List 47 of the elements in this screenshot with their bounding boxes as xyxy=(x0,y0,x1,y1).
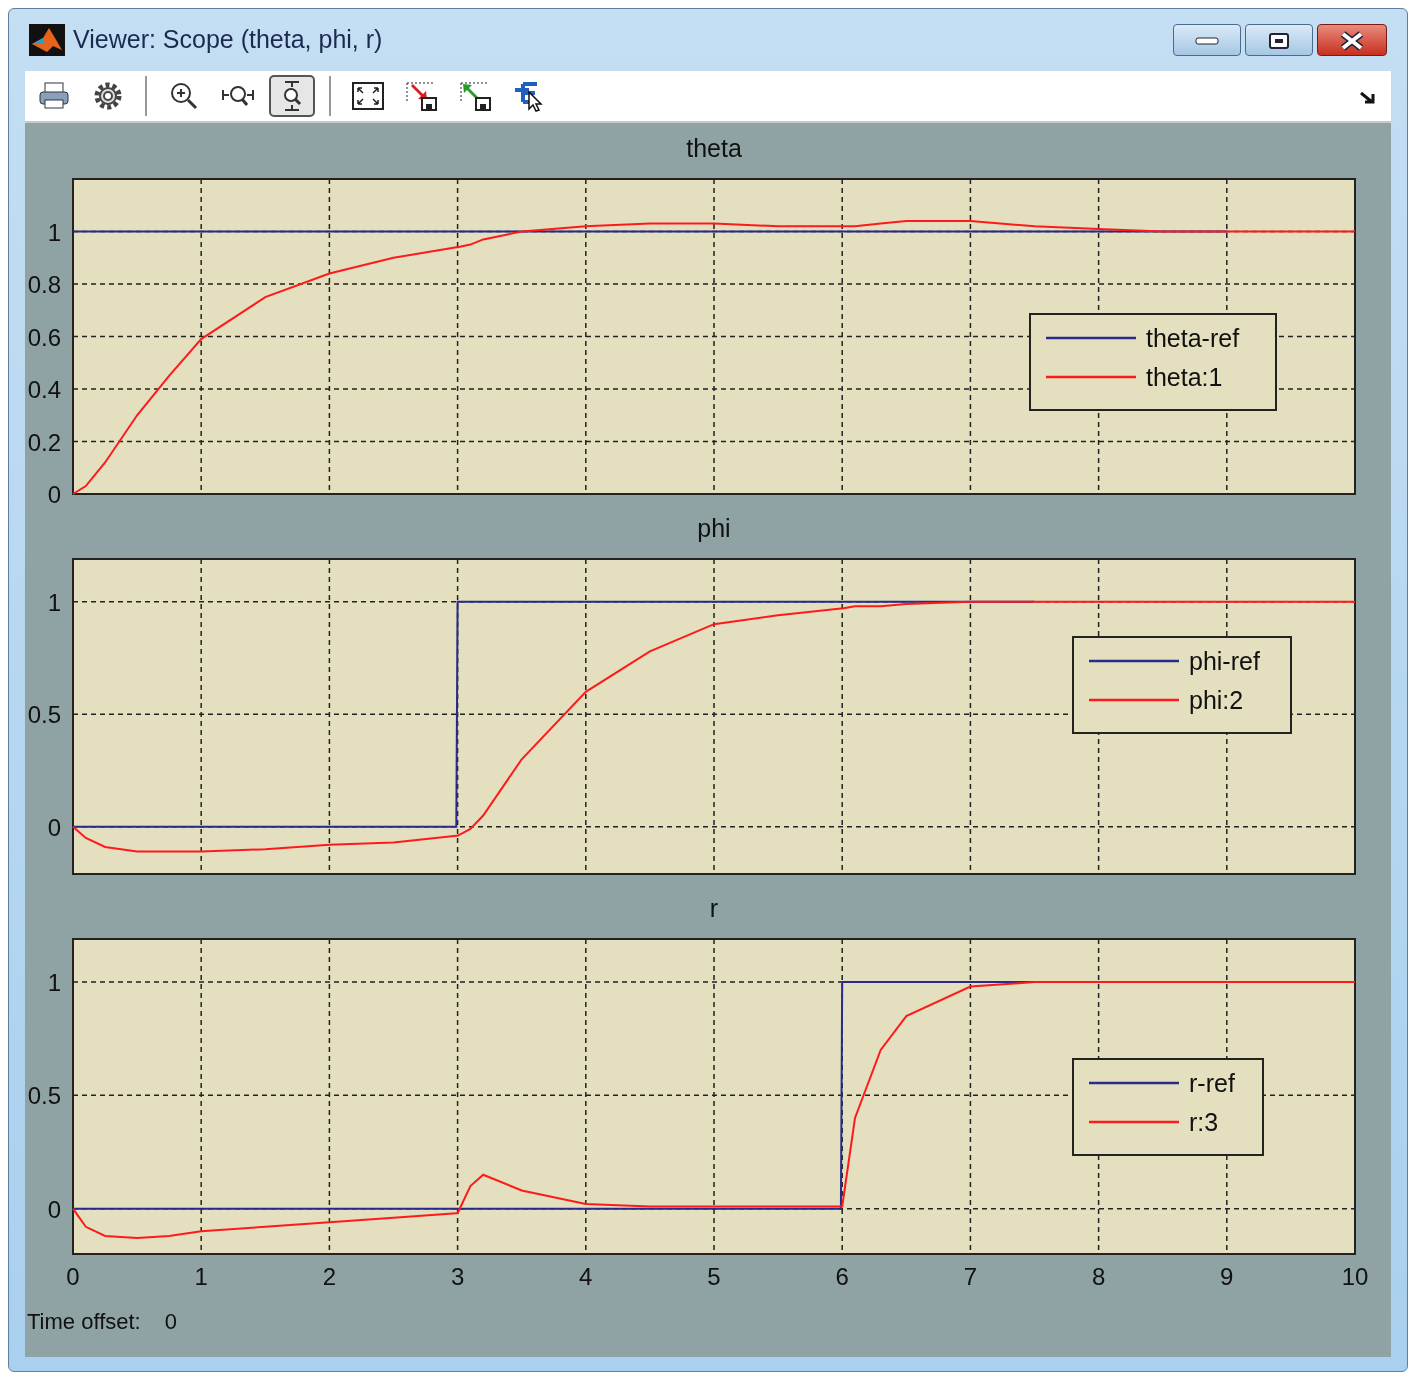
legend-label: theta-ref xyxy=(1146,324,1240,352)
axis-tick-label: 0 xyxy=(66,1263,80,1290)
arrow-disk-icon xyxy=(405,80,439,112)
axis-tick-label: 2 xyxy=(322,1263,337,1290)
arrow-disk-icon xyxy=(459,80,493,112)
chart-title: phi xyxy=(697,514,731,542)
legend-label: phi-ref xyxy=(1189,647,1260,675)
axis-tick-label: 0.5 xyxy=(27,701,61,729)
expand-arrows-icon xyxy=(351,80,385,112)
peak-logo-icon xyxy=(29,24,65,56)
legend-label: phi:2 xyxy=(1189,686,1244,714)
axis-tick-label: 0 xyxy=(47,813,61,841)
axis-tick-label: 0.2 xyxy=(27,428,61,456)
axis-tick-label: 9 xyxy=(1220,1263,1234,1290)
axis-tick-label: 0 xyxy=(47,481,61,503)
axis-tick-label: 1 xyxy=(47,969,61,997)
legend-label: theta:1 xyxy=(1146,363,1223,391)
chart-title: theta xyxy=(686,134,742,162)
minimize-icon xyxy=(1195,36,1219,45)
axis-tick-label: 7 xyxy=(963,1263,978,1290)
close-button[interactable] xyxy=(1317,24,1387,56)
chart-title: r xyxy=(709,894,719,922)
window-title: Viewer: Scope (theta, phi, r) xyxy=(73,24,383,56)
maximize-button[interactable] xyxy=(1245,24,1313,56)
legend-label: r:3 xyxy=(1189,1108,1219,1136)
axis-tick-label: 0 xyxy=(47,1195,61,1223)
close-icon xyxy=(1339,30,1365,51)
axis-tick-label: 0.4 xyxy=(27,376,61,403)
axis-tick-label: 1 xyxy=(47,588,61,616)
axis-tick-label: 10 xyxy=(1341,1263,1369,1290)
axis-tick-label: 0.5 xyxy=(27,1082,61,1110)
axis-tick-label: 3 xyxy=(450,1263,465,1290)
time-offset-label: Time offset: xyxy=(27,1308,141,1336)
legend-label: r-ref xyxy=(1189,1069,1235,1097)
vertical-zoom-button[interactable] xyxy=(269,75,315,117)
time-offset-value: 0 xyxy=(164,1308,177,1336)
minimize-button[interactable] xyxy=(1173,24,1241,56)
restore-icon xyxy=(1268,31,1290,50)
printer-icon xyxy=(37,80,71,112)
axis-tick-label: 4 xyxy=(579,1263,593,1290)
axis-tick-label: 0.8 xyxy=(27,271,61,298)
axis-tick-label: 6 xyxy=(835,1263,849,1290)
axis-tick-label: 0.6 xyxy=(27,323,61,351)
axis-tick-label: 8 xyxy=(1091,1263,1106,1290)
axis-tick-label: 1 xyxy=(194,1263,208,1290)
axis-tick-label: 1 xyxy=(47,218,61,246)
axis-tick-label: 5 xyxy=(707,1263,721,1290)
